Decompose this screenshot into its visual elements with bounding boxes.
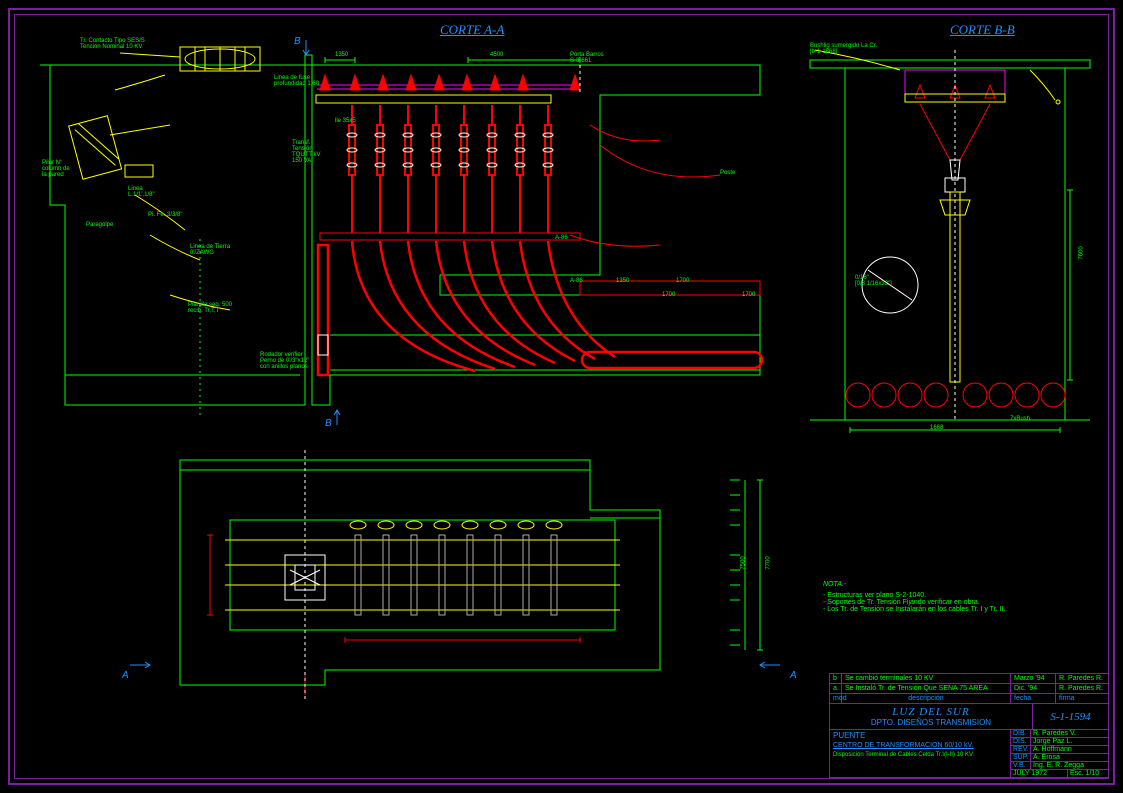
- label-d7500: 7500: [741, 556, 747, 569]
- label-linea: LineaL.1/1'.1/8": [128, 186, 155, 198]
- drawing-date: JULY 1972: [1011, 770, 1068, 777]
- label-detail-016: 0/16"[0/3 1/16x32"]: [855, 275, 892, 287]
- rev-a-id: a: [830, 684, 842, 693]
- label-d1700b: 1700: [662, 292, 675, 298]
- label-b1668: 1668: [930, 425, 943, 431]
- header-desc: descripción: [842, 694, 1011, 703]
- role-dis: DIS.: [1011, 738, 1031, 745]
- project-desc: Disposición Terminal de Cables Celda Tr.…: [833, 752, 1007, 758]
- label-planilla: Planilla seg. 500recib. Tr,T,T: [188, 302, 232, 314]
- role-sup-name: A. Erosa: [1031, 754, 1108, 761]
- label-linea-fuse: Linea de fuseprofundidad 1.60: [274, 75, 319, 87]
- label-d1350: 1350: [616, 278, 629, 284]
- label-paragolpe: Paragolpe: [86, 222, 113, 228]
- role-sup: SUP.: [1011, 754, 1031, 761]
- corte-bb-drawing: [800, 40, 1100, 440]
- label-rodador: Rodador verifierPerno de 0'/3"x12"con an…: [260, 352, 309, 370]
- label-d7700: 7700: [766, 556, 772, 569]
- label-b7600: 7600: [1079, 246, 1085, 259]
- label-pilar: Pilar N°column dela pared: [42, 160, 70, 178]
- header-date: fecha: [1011, 694, 1056, 703]
- label-transformer-type: Tr. Contacto Tipo SES/STención Nominal 1…: [80, 38, 145, 50]
- rev-b-desc: Se cambió terminales 10 KV: [842, 674, 1011, 683]
- title-block: b Se cambió terminales 10 KV Marzo '94 R…: [829, 673, 1109, 779]
- role-vb: V.B.: [1011, 762, 1031, 769]
- label-porta-barros: Porta BarrosS-3-661: [570, 52, 604, 64]
- project-subtitle: CENTRO DE TRANSFORMACION 60/10 kV.: [833, 742, 1007, 749]
- project-name: PUENTE: [833, 731, 1007, 740]
- section-marker-a-right: A: [790, 670, 797, 681]
- role-rev: REV.: [1011, 746, 1031, 753]
- org-dept: DPTO. DISEÑOS TRANSMISION: [832, 718, 1030, 727]
- header-mod: mod: [830, 694, 842, 703]
- rev-a-desc: Se Instaló Tr. de Tensión Que SENA 75 AR…: [842, 684, 1011, 693]
- header-sign: firma: [1056, 694, 1108, 703]
- label-d1700c: 1700: [742, 292, 755, 298]
- label-poste: Poste: [720, 170, 735, 176]
- rev-a-date: Dic. '94: [1011, 684, 1056, 693]
- rev-b-id: b: [830, 674, 842, 683]
- label-linea-tierra: Linea de Tierra0'/ZAWG: [190, 244, 230, 256]
- notes-title: NOTA.-: [823, 581, 1083, 588]
- label-dim-1350: 1350: [335, 52, 348, 58]
- drawing-number: S-1-1594: [1033, 704, 1108, 729]
- section-marker-a-left: A: [122, 670, 129, 681]
- org-name: LUZ DEL SUR: [832, 706, 1030, 718]
- role-vb-name: Ing. E. R. Zegga: [1031, 762, 1108, 769]
- label-7xbush: 7xBush: [1010, 416, 1030, 422]
- notes-line3: - Los Tr. de Tensión se Instalarán en lo…: [823, 606, 1083, 613]
- label-ile: lle 35x5: [335, 118, 356, 124]
- label-a86-2: A-86: [570, 278, 583, 284]
- section-title-bb: CORTE B-B: [950, 22, 1015, 38]
- rev-a-sign: R. Paredes R.: [1056, 684, 1108, 693]
- role-dib-name: R. Paredes V.: [1031, 730, 1108, 737]
- notes-line2: - Soportes de Tr. Tensión Fijando verifi…: [823, 599, 1083, 606]
- role-rev-name: A. Hoffmann: [1031, 746, 1108, 753]
- notes-line1: - Estructuras ver plano S-2-1040.: [823, 592, 1083, 599]
- role-dib: DIB.: [1011, 730, 1031, 737]
- label-pife: Pi. Fe. 3/3/8": [148, 212, 182, 218]
- plan-view-drawing: [80, 440, 810, 720]
- rev-b-sign: R. Paredes R.: [1056, 674, 1108, 683]
- drawing-scale: Esc. 1/10: [1068, 770, 1108, 777]
- role-dis-name: Jorge Paz L.: [1031, 738, 1108, 745]
- label-a86-1: A-86: [555, 235, 568, 241]
- label-bushing: Bushlig sumergido La Cr.[b-1-1868]: [810, 43, 877, 55]
- notes-block: NOTA.- - Estructuras ver plano S-2-1040.…: [823, 581, 1083, 613]
- section-marker-b-bot: B: [325, 418, 332, 429]
- rev-b-date: Marzo '94: [1011, 674, 1056, 683]
- section-marker-b-top: B: [294, 36, 301, 47]
- label-dim-4500: 4500: [490, 52, 503, 58]
- corte-aa-drawing: [20, 35, 780, 425]
- label-transf-tension: Transf.TensiónTQUTT kV150 VA: [292, 140, 321, 164]
- label-d1700a: 1700: [676, 278, 689, 284]
